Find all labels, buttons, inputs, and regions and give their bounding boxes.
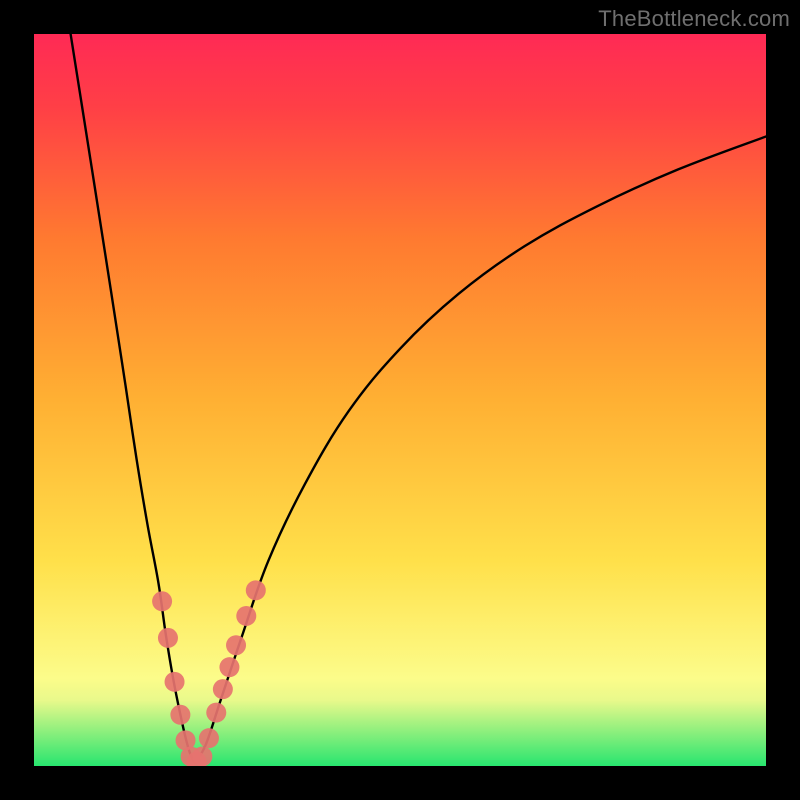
marker-point	[158, 628, 178, 648]
marker-point	[152, 591, 172, 611]
marker-point	[213, 679, 233, 699]
watermark-text: TheBottleneck.com	[598, 6, 790, 32]
marker-point	[219, 657, 239, 677]
marker-point	[226, 635, 246, 655]
marker-point	[199, 728, 219, 748]
plot-area	[34, 34, 766, 766]
bottleneck-chart	[34, 34, 766, 766]
marker-point	[170, 705, 190, 725]
marker-point	[165, 672, 185, 692]
gradient-background	[34, 34, 766, 766]
marker-point	[236, 606, 256, 626]
marker-point	[206, 703, 226, 723]
marker-point	[246, 580, 266, 600]
marker-point	[192, 746, 212, 766]
chart-frame: TheBottleneck.com	[0, 0, 800, 800]
